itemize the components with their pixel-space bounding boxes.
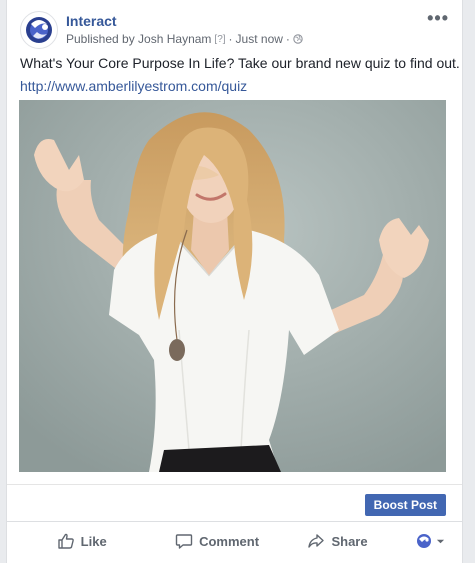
thumbs-up-icon	[57, 533, 74, 549]
page-avatar[interactable]	[20, 11, 58, 49]
post-meta: Published by Josh Haynam [?] · Just now …	[66, 32, 303, 46]
woman-in-white-blouse-photo[interactable]	[19, 100, 446, 472]
divider	[7, 484, 462, 485]
boost-post-button[interactable]: Boost Post	[364, 494, 446, 516]
post-link[interactable]: http://www.amberlilyestrom.com/quiz	[20, 78, 247, 94]
share-button[interactable]: Share	[278, 532, 397, 550]
post-card: Interact Published by Josh Haynam [?] · …	[6, 0, 463, 563]
share-arrow-icon	[308, 534, 325, 548]
share-label: Share	[331, 533, 368, 549]
post-actions-bar: Like Comment Share	[7, 522, 462, 560]
more-options-icon[interactable]: •••	[427, 8, 449, 29]
like-button[interactable]: Like	[7, 532, 156, 550]
comment-icon	[175, 534, 193, 549]
help-marker[interactable]: [?]	[214, 34, 225, 45]
page-name-link[interactable]: Interact	[66, 13, 117, 29]
globe-icon[interactable]	[293, 34, 303, 44]
comment-label: Comment	[199, 533, 260, 549]
published-by[interactable]: Published by Josh Haynam	[66, 32, 211, 46]
like-label: Like	[80, 533, 107, 549]
comment-button[interactable]: Comment	[156, 532, 277, 550]
post-text: What's Your Core Purpose In Life? Take o…	[20, 55, 460, 71]
interact-logo-icon	[26, 17, 52, 43]
meta-separator: ·	[228, 32, 233, 46]
chevron-down-icon	[436, 539, 444, 543]
timestamp[interactable]: Just now	[236, 32, 283, 46]
interact-logo-icon	[416, 534, 431, 548]
meta-separator: ·	[285, 32, 290, 46]
post-as-selector[interactable]	[397, 532, 462, 550]
